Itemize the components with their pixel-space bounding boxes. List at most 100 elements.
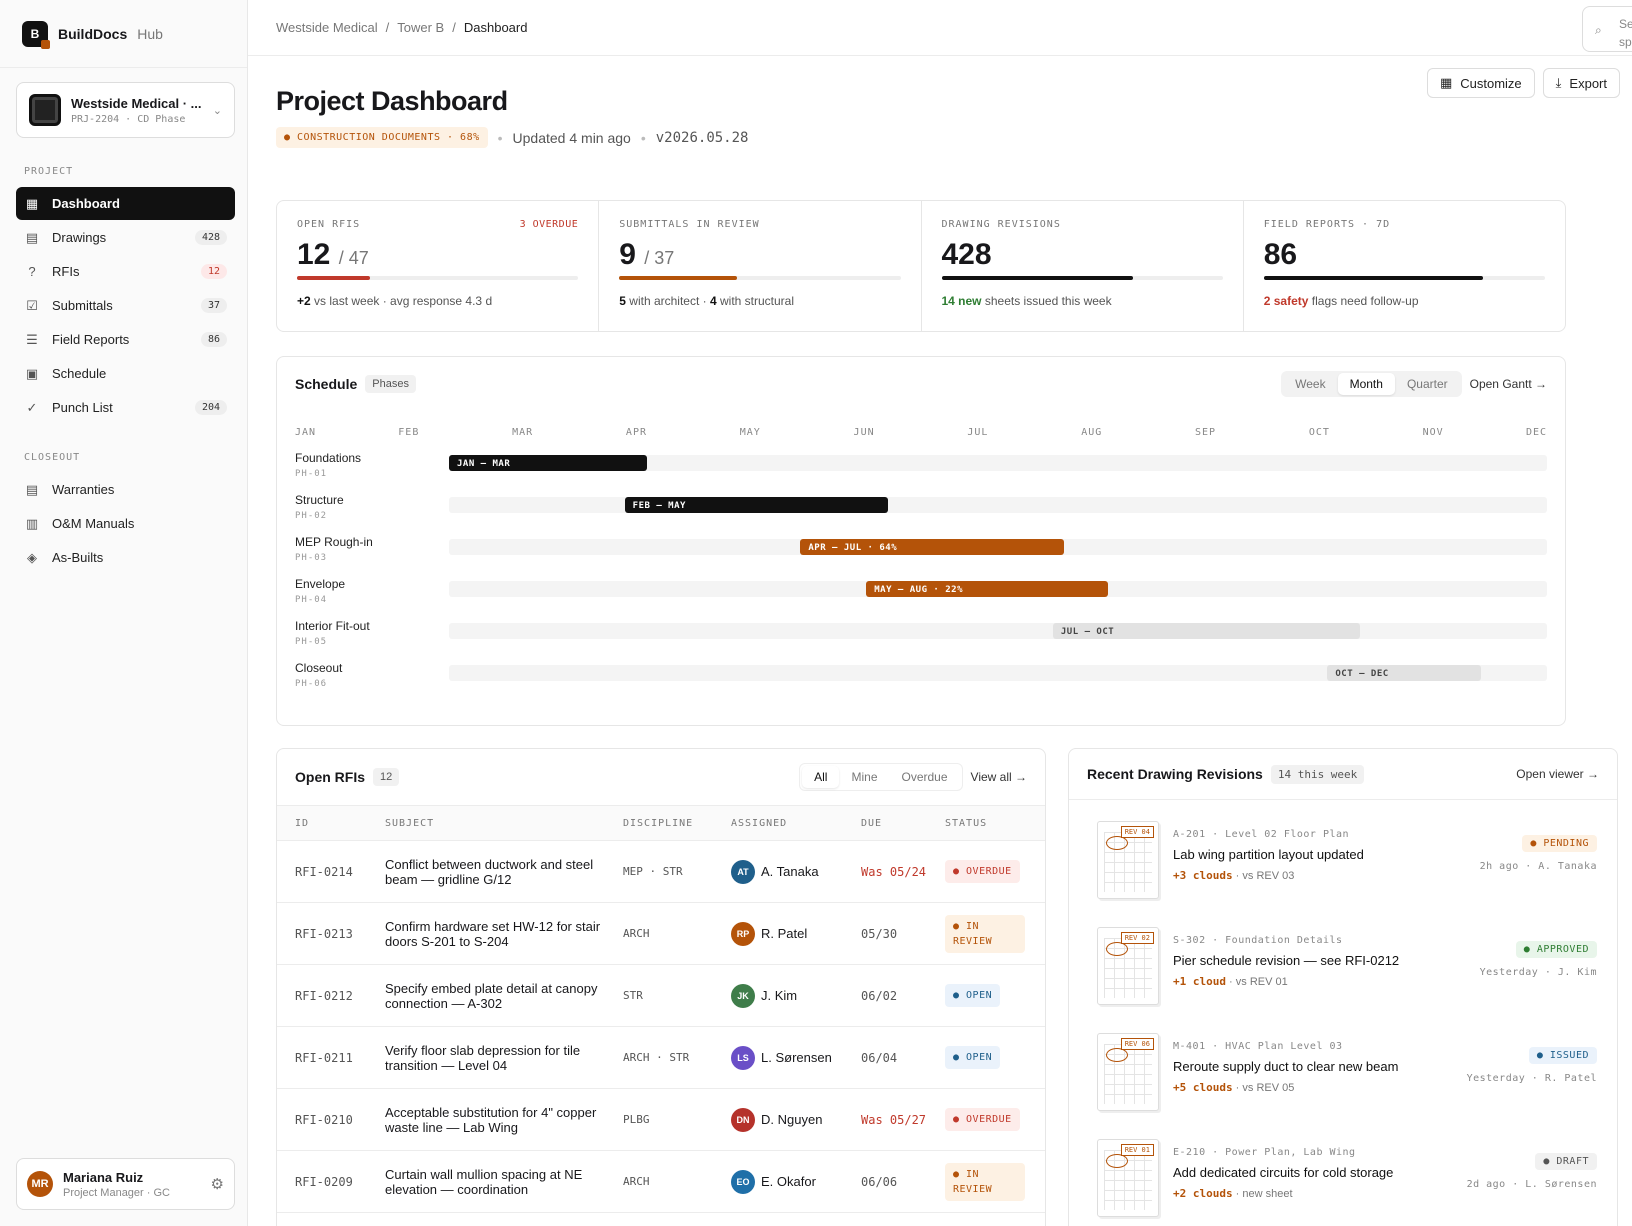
table-row[interactable]: RFI-0214 Conflict between ductwork and st… xyxy=(277,841,1045,903)
month-label: NOV xyxy=(1422,427,1444,438)
table-row[interactable]: RFI-0212 Specify embed plate detail at ca… xyxy=(277,965,1045,1027)
revision-title[interactable]: Pier schedule revision — see RFI-0212 xyxy=(1173,953,1399,968)
sidebar-item-rfis[interactable]: ? RFIs 12 xyxy=(16,255,235,288)
table-row[interactable]: RFI-0210 Acceptable substitution for 4" c… xyxy=(277,1089,1045,1151)
sidebar-item-label: Field Reports xyxy=(52,332,130,347)
revision-item[interactable]: REV 04 A-201 · Level 02 Floor Plan Lab win… xyxy=(1097,821,1597,911)
sheet-meta: S-302 · Foundation Details xyxy=(1173,935,1343,946)
rfi-discipline: ARCH xyxy=(623,927,650,940)
rfi-subject[interactable]: Acceptable substitution for 4" copper wa… xyxy=(385,1105,623,1135)
table-row[interactable]: RFI-0213 Confirm hardware set HW-12 for s… xyxy=(277,903,1045,965)
rfi-subject[interactable]: Curtain wall mullion spacing at NE eleva… xyxy=(385,1167,623,1197)
view-week[interactable]: Week xyxy=(1283,373,1337,395)
month-label: MAR xyxy=(512,427,534,438)
gantt-bar[interactable]: JUL — OCT xyxy=(1052,623,1361,639)
gantt-row[interactable]: Closeout PH-06 OCT — DEC xyxy=(295,661,1547,701)
rev-tag: REV 06 xyxy=(1120,1038,1154,1050)
sidebar-item-label: Warranties xyxy=(52,482,115,497)
col-assigned[interactable]: ASSIGNED xyxy=(731,818,861,829)
table-row[interactable]: RFI-0209 Curtain wall mullion spacing at … xyxy=(277,1151,1045,1213)
gantt-bar[interactable]: JAN — MAR xyxy=(449,455,647,471)
breadcrumb-item[interactable]: Westside Medical xyxy=(276,20,378,35)
col-discipline[interactable]: DISCIPLINE xyxy=(623,818,731,829)
sidebar-item-drawings[interactable]: ▤ Drawings 428 xyxy=(16,221,235,254)
drawing-thumbnail[interactable]: REV 02 xyxy=(1097,927,1159,1005)
search-input[interactable]: ⌕ Sea spe xyxy=(1582,6,1632,52)
project-switcher[interactable]: Westside Medical · ... PRJ-2204 · CD Pha… xyxy=(16,82,235,138)
gantt-row[interactable]: MEP Rough-in PH-03 APR — JUL · 64% xyxy=(295,535,1547,575)
col-id[interactable]: ID xyxy=(277,818,385,829)
drawing-thumbnail[interactable]: REV 01 xyxy=(1097,1139,1159,1217)
rfi-id[interactable]: RFI-0212 xyxy=(277,989,385,1003)
open-gantt-link[interactable]: Open Gantt → xyxy=(1470,377,1547,391)
rfi-id[interactable]: RFI-0211 xyxy=(277,1051,385,1065)
filter-overdue[interactable]: Overdue xyxy=(890,766,960,788)
gantt-row[interactable]: Structure PH-02 FEB — MAY xyxy=(295,493,1547,533)
revision-title[interactable]: Lab wing partition layout updated xyxy=(1173,847,1364,862)
filter-mine[interactable]: Mine xyxy=(839,766,889,788)
rfi-id[interactable]: RFI-0210 xyxy=(277,1113,385,1127)
user-card[interactable]: MR Mariana Ruiz Project Manager · GC ⚙ xyxy=(16,1158,235,1210)
view-quarter[interactable]: Quarter xyxy=(1395,373,1460,395)
app-logo: B xyxy=(22,20,50,49)
col-status[interactable]: STATUS xyxy=(945,818,1045,829)
kpi-submittals[interactable]: SUBMITTALS IN REVIEW 9 / 37 5 with archi… xyxy=(599,201,922,331)
gantt-bar[interactable]: MAY — AUG · 22% xyxy=(866,581,1108,597)
sidebar-item-field-reports[interactable]: ☰ Field Reports 86 xyxy=(16,323,235,356)
sidebar-item-as-builts[interactable]: ◈ As-Builts xyxy=(16,541,235,574)
revision-title[interactable]: Reroute supply duct to clear new beam xyxy=(1173,1059,1398,1074)
gantt-row[interactable]: Interior Fit-out PH-05 JUL — OCT xyxy=(295,619,1547,659)
revision-item[interactable]: REV 01 E-210 · Power Plan, Lab Wing Add de… xyxy=(1097,1139,1597,1226)
rfi-subject[interactable]: Confirm hardware set HW-12 for stair doo… xyxy=(385,919,623,949)
open-viewer-link[interactable]: Open viewer → xyxy=(1516,767,1599,781)
revision-item[interactable]: REV 02 S-302 · Foundation Details Pier sch… xyxy=(1097,927,1597,1017)
view-month[interactable]: Month xyxy=(1337,373,1395,395)
kpi-drawing-revisions[interactable]: DRAWING REVISIONS 428 14 new sheets issu… xyxy=(922,201,1244,331)
kpi-field-reports[interactable]: FIELD REPORTS · 7D 86 2 safety flags nee… xyxy=(1244,201,1565,331)
sidebar-item-punch-list[interactable]: ✓ Punch List 204 xyxy=(16,391,235,424)
kpi-progress-fill xyxy=(619,276,738,280)
revision-time: 2h ago · A. Tanaka xyxy=(1479,861,1597,872)
breadcrumb-item[interactable]: Tower B xyxy=(397,20,444,35)
revision-title[interactable]: Add dedicated circuits for cold storage xyxy=(1173,1165,1393,1180)
sidebar-item-schedule[interactable]: ▣ Schedule xyxy=(16,357,235,390)
sidebar-item-om-manuals[interactable]: ▥ O&M Manuals xyxy=(16,507,235,540)
rfi-discipline: STR xyxy=(623,989,643,1002)
revision-item[interactable]: REV 06 M-401 · HVAC Plan Level 03 Reroute … xyxy=(1097,1033,1597,1123)
brand[interactable]: B BuildDocs Hub xyxy=(0,0,247,68)
view-all-link[interactable]: View all → xyxy=(971,770,1027,784)
rfi-subject[interactable]: Verify floor slab depression for tile tr… xyxy=(385,1043,623,1073)
rfi-subject[interactable]: Conflict between ductwork and steel beam… xyxy=(385,857,623,887)
chevron-down-icon: ⌄ xyxy=(212,104,222,117)
gantt-bar[interactable]: OCT — DEC xyxy=(1327,665,1482,681)
rfi-id[interactable]: RFI-0214 xyxy=(277,865,385,879)
export-button[interactable]: ⤓ Export xyxy=(1542,68,1620,98)
sidebar-item-label: O&M Manuals xyxy=(52,516,135,531)
revision-time: 2d ago · L. Sørensen xyxy=(1466,1179,1597,1190)
avatar: EO xyxy=(731,1169,755,1194)
gear-icon[interactable]: ⚙ xyxy=(211,1175,224,1193)
customize-button[interactable]: ▦ Customize xyxy=(1426,68,1535,98)
rfi-id[interactable]: RFI-0213 xyxy=(277,927,385,941)
sidebar-item-submittals[interactable]: ☑ Submittals 37 xyxy=(16,289,235,322)
drawing-thumbnail[interactable]: REV 06 xyxy=(1097,1033,1159,1111)
status-badge: ● APPROVED xyxy=(1515,941,1597,958)
gantt-row[interactable]: Foundations PH-01 JAN — MAR xyxy=(295,451,1547,491)
sidebar-item-label: Punch List xyxy=(52,400,113,415)
filter-all[interactable]: All xyxy=(802,766,840,788)
table-row[interactable]: RFI-0211 Verify floor slab depression for… xyxy=(277,1027,1045,1089)
rfi-id[interactable]: RFI-0209 xyxy=(277,1175,385,1189)
col-due[interactable]: DUE xyxy=(861,818,945,829)
status-badge: ● OVERDUE xyxy=(945,1108,1020,1131)
sidebar-item-warranties[interactable]: ▤ Warranties xyxy=(16,473,235,506)
gantt-row[interactable]: Envelope PH-04 MAY — AUG · 22% xyxy=(295,577,1547,617)
gantt-bar[interactable]: APR — JUL · 64% xyxy=(800,539,1064,555)
sidebar-item-dashboard[interactable]: ▦ Dashboard xyxy=(16,187,235,220)
rfi-subject[interactable]: Specify embed plate detail at canopy con… xyxy=(385,981,623,1011)
revisions-card: Recent Drawing Revisions 14 this week Op… xyxy=(1068,748,1618,1226)
gantt-bar[interactable]: FEB — MAY xyxy=(624,497,889,513)
kpi-open-rfis[interactable]: OPEN RFIS 3 OVERDUE 12 / 47 +2 vs last w… xyxy=(277,201,600,331)
kpi-progress xyxy=(297,276,579,280)
drawing-thumbnail[interactable]: REV 04 xyxy=(1097,821,1159,899)
col-subject[interactable]: SUBJECT xyxy=(385,818,623,829)
